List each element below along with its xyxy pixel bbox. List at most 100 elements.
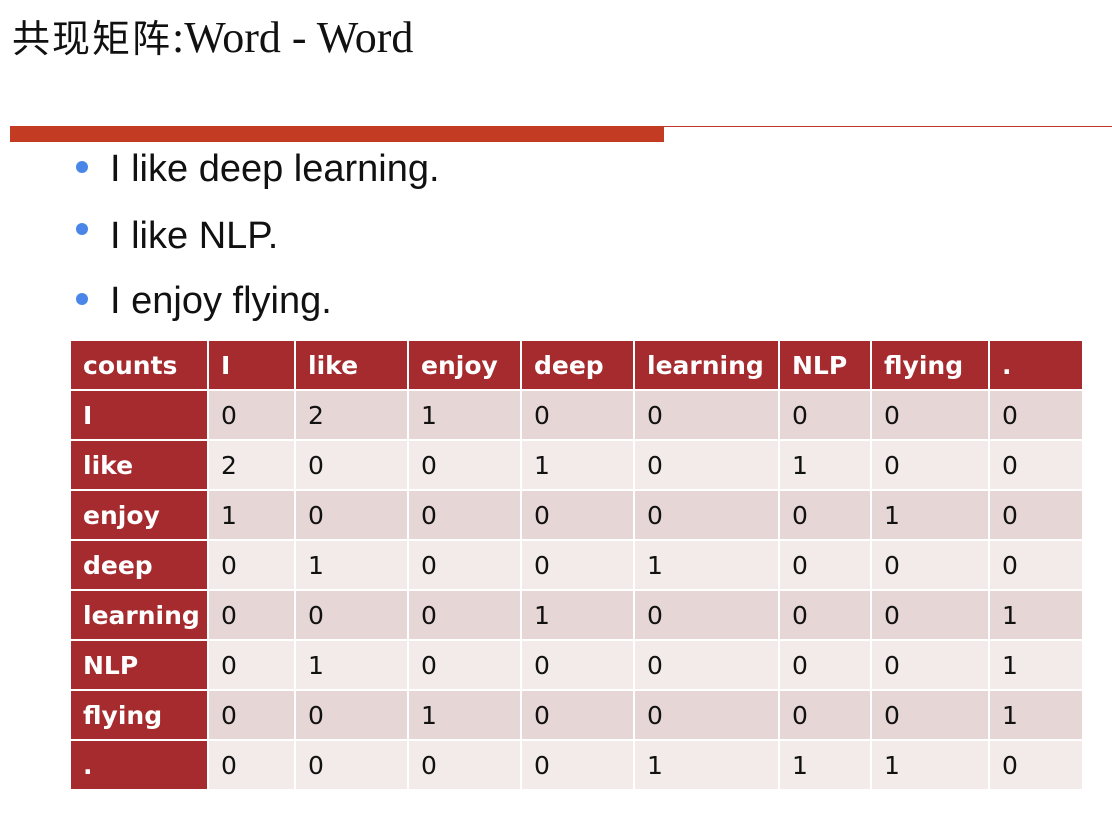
matrix-cell: 1 <box>778 739 872 791</box>
cooccurrence-matrix: counts I like enjoy deep learning NLP fl… <box>69 339 1084 791</box>
matrix-cell: 0 <box>778 589 872 641</box>
table-row: learning 0 0 0 1 0 0 0 1 <box>69 589 1084 641</box>
sentence-text: I like deep learning. <box>110 148 440 190</box>
matrix-cell: 1 <box>407 689 522 741</box>
matrix-cell: 0 <box>633 389 780 441</box>
matrix-cell: 0 <box>407 439 522 491</box>
row-header: I <box>69 389 209 441</box>
matrix-header-row: counts I like enjoy deep learning NLP fl… <box>69 339 1084 391</box>
bullet-icon <box>76 293 88 305</box>
table-row: .00001110 <box>69 739 1084 791</box>
matrix-cell: 1 <box>988 639 1084 691</box>
matrix-cell: 1 <box>988 689 1084 741</box>
matrix-cell: 0 <box>407 589 522 641</box>
sentence-list: I like deep learning. I like NLP. I enjo… <box>74 140 440 330</box>
matrix-cell: 0 <box>870 439 990 491</box>
matrix-cell: 0 <box>207 739 296 791</box>
matrix-cell: 0 <box>870 689 990 741</box>
sentence-item: I like deep learning. <box>74 140 440 202</box>
column-header: like <box>294 339 409 391</box>
matrix-cell: 2 <box>207 439 296 491</box>
matrix-cell: 0 <box>207 539 296 591</box>
title-english: :Word - Word <box>172 13 414 62</box>
matrix-cell: 0 <box>520 539 635 591</box>
column-header: I <box>207 339 296 391</box>
matrix-cell: 0 <box>407 539 522 591</box>
matrix-corner-label: counts <box>69 339 209 391</box>
row-header: . <box>69 739 209 791</box>
matrix-cell: 0 <box>407 739 522 791</box>
column-header: . <box>988 339 1084 391</box>
table-row: deep 0 1 0 0 1 0 0 0 <box>69 539 1084 591</box>
matrix-cell: 0 <box>988 539 1084 591</box>
matrix-cell: 1 <box>294 639 409 691</box>
matrix-cell: 0 <box>778 689 872 741</box>
table-row: enjoy 1 0 0 0 0 0 1 0 <box>69 489 1084 541</box>
matrix-cell: 0 <box>520 739 635 791</box>
column-header: deep <box>520 339 635 391</box>
matrix-cell: 1 <box>870 489 990 541</box>
matrix-cell: 0 <box>633 439 780 491</box>
table-row: I02100000 <box>69 389 1084 441</box>
matrix-cell: 1 <box>870 739 990 791</box>
matrix-cell: 1 <box>520 439 635 491</box>
matrix-cell: 1 <box>294 539 409 591</box>
matrix-cell: 0 <box>207 589 296 641</box>
matrix-cell: 0 <box>520 389 635 441</box>
matrix-cell: 0 <box>988 489 1084 541</box>
table-row: like 2 0 0 1 0 1 0 0 <box>69 439 1084 491</box>
sentence-text: I enjoy flying. <box>110 280 332 322</box>
bullet-icon <box>76 223 88 235</box>
row-header: enjoy <box>69 489 209 541</box>
matrix-cell: 1 <box>207 489 296 541</box>
matrix-cell: 0 <box>870 389 990 441</box>
matrix-cell: 1 <box>633 739 780 791</box>
matrix-cell: 0 <box>778 639 872 691</box>
table-row: flying 0 0 1 0 0 0 0 1 <box>69 689 1084 741</box>
matrix-cell: 1 <box>778 439 872 491</box>
matrix-cell: 0 <box>988 389 1084 441</box>
row-header: learning <box>69 589 209 641</box>
matrix-cell: 0 <box>294 739 409 791</box>
table-row: NLP 0 1 0 0 0 0 0 1 <box>69 639 1084 691</box>
matrix-cell: 0 <box>520 489 635 541</box>
matrix-cell: 0 <box>988 739 1084 791</box>
row-header: deep <box>69 539 209 591</box>
column-header: enjoy <box>407 339 522 391</box>
matrix-cell: 0 <box>294 439 409 491</box>
sentence-item: I enjoy flying. <box>74 272 440 330</box>
title-chinese: 共现矩阵 <box>12 17 173 61</box>
matrix-cell: 0 <box>294 489 409 541</box>
matrix-cell: 0 <box>778 539 872 591</box>
matrix-cell: 0 <box>633 489 780 541</box>
matrix-cell: 0 <box>520 689 635 741</box>
matrix-cell: 1 <box>520 589 635 641</box>
matrix-cell: 0 <box>520 639 635 691</box>
bullet-icon <box>76 161 88 173</box>
page-title: 共现矩阵:Word - Word <box>12 8 413 69</box>
matrix-cell: 0 <box>207 639 296 691</box>
column-header: learning <box>633 339 780 391</box>
matrix-cell: 0 <box>633 639 780 691</box>
matrix-cell: 0 <box>870 589 990 641</box>
matrix-cell: 1 <box>407 389 522 441</box>
column-header: flying <box>870 339 990 391</box>
matrix-cell: 0 <box>294 689 409 741</box>
matrix-cell: 0 <box>294 589 409 641</box>
sentence-item: I like NLP. <box>74 202 440 272</box>
matrix-cell: 0 <box>407 489 522 541</box>
matrix-cell: 0 <box>207 689 296 741</box>
row-header: like <box>69 439 209 491</box>
column-header: NLP <box>778 339 872 391</box>
matrix-cell: 0 <box>778 489 872 541</box>
matrix-cell: 2 <box>294 389 409 441</box>
matrix-cell: 0 <box>207 389 296 441</box>
sentence-text: I like NLP. <box>110 215 279 257</box>
matrix-cell: 1 <box>988 589 1084 641</box>
matrix-cell: 0 <box>633 589 780 641</box>
matrix-cell: 0 <box>870 539 990 591</box>
matrix-cell: 0 <box>407 639 522 691</box>
matrix-cell: 0 <box>633 689 780 741</box>
matrix-cell: 1 <box>633 539 780 591</box>
row-header: NLP <box>69 639 209 691</box>
